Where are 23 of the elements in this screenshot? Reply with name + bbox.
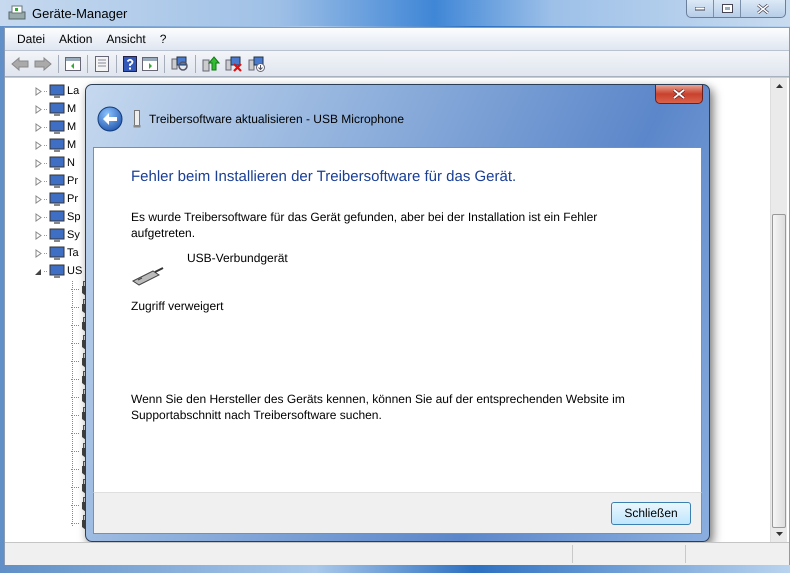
tree-item[interactable]: Sy [67, 229, 80, 241]
tree-item[interactable]: Sp [67, 211, 80, 223]
dialog-title: Treibersoftware aktualisieren - USB Microphone [149, 112, 404, 126]
error-heading: Fehler beim Installieren der Treibersoftware für das Gerät. [131, 168, 518, 185]
menu-item[interactable]: Aktion [59, 32, 92, 46]
tree-item[interactable]: La [67, 85, 80, 97]
tree-item[interactable]: Pr [67, 175, 78, 187]
tree-item[interactable]: Ta [67, 247, 79, 259]
menu-item[interactable]: Datei [17, 32, 46, 46]
window-title: Geräte-Manager [32, 6, 128, 20]
tree-item[interactable]: M [67, 139, 76, 151]
tree-item[interactable]: M [67, 121, 76, 133]
hint-text: Wenn Sie den Hersteller des Geräts kennen, können Sie auf der entsprechenden Website im Supportabschnitt nach Treibersoftware suchen. [131, 391, 626, 423]
error-message: Es wurde Treibersoftware für das Gerät gefunden, aber bei der Installation ist ein Fehler aufgetreten. [131, 209, 598, 241]
menu-item[interactable]: ? [160, 32, 166, 46]
error-reason: Zugriff verweigert [131, 299, 224, 313]
device-name: USB-Verbundgerät [187, 251, 288, 265]
tree-item[interactable]: N [67, 157, 75, 169]
close-dialog-button[interactable]: Schließen [611, 502, 691, 524]
tree-item[interactable]: Pr [67, 193, 78, 205]
menu-item[interactable]: Ansicht [106, 32, 146, 46]
tree-item[interactable]: US [67, 265, 82, 277]
tree-item[interactable]: M [67, 103, 76, 115]
